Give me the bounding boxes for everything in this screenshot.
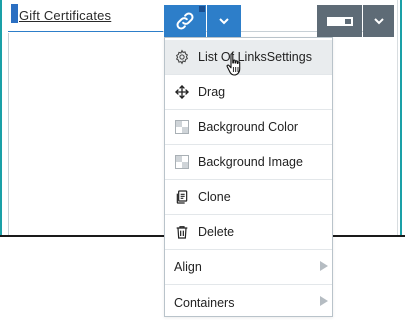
menu-item-label: Align	[174, 260, 202, 274]
submenu-arrow-icon	[320, 296, 328, 306]
block-element-icon	[326, 16, 353, 26]
menu-item-align[interactable]: Align	[165, 250, 332, 285]
menu-item-label: Drag	[198, 85, 226, 99]
chevron-down-icon	[219, 18, 229, 25]
context-menu: List Of LinksSettings Drag Background Co…	[164, 37, 333, 317]
selection-edge-right	[400, 0, 402, 236]
selected-link-underline	[8, 31, 163, 32]
move-arrows-icon	[173, 83, 191, 101]
chevron-down-icon	[373, 18, 384, 25]
hand-pointer-cursor-icon	[226, 53, 241, 76]
menu-item-containers[interactable]: Containers	[165, 285, 332, 320]
checkerboard-icon	[173, 153, 191, 171]
menu-item-background-color[interactable]: Background Color	[165, 110, 332, 145]
link-icon	[176, 12, 194, 30]
drag-handle[interactable]	[11, 4, 18, 23]
menu-item-label: Clone	[198, 190, 231, 204]
menu-item-label: Background Color	[198, 120, 299, 134]
gear-icon	[173, 48, 191, 66]
selection-edge-left	[0, 0, 2, 236]
trash-icon	[173, 223, 191, 241]
menu-item-label: Containers	[174, 295, 235, 310]
menu-item-label: List Of LinksSettings	[198, 50, 312, 64]
gift-certificates-link[interactable]: Gift Certificates	[19, 8, 111, 23]
tool-corner-marker	[199, 6, 205, 12]
link-tool-dropdown-button[interactable]	[207, 5, 241, 37]
clone-icon	[173, 188, 191, 206]
menu-item-label: Background Image	[198, 155, 303, 169]
submenu-arrow-icon	[320, 261, 328, 271]
menu-item-background-image[interactable]: Background Image	[165, 145, 332, 180]
block-tool-dropdown-button[interactable]	[363, 5, 394, 37]
editor-canvas: Gift Certificates List Of LinksSettings	[0, 0, 405, 320]
menu-item-delete[interactable]: Delete	[165, 215, 332, 250]
block-tool-button[interactable]	[317, 5, 362, 37]
menu-item-label: Delete	[198, 225, 235, 239]
container-edge-right	[397, 0, 398, 236]
menu-item-settings[interactable]: List Of LinksSettings	[165, 40, 332, 75]
checkerboard-icon	[173, 118, 191, 136]
menu-item-clone[interactable]: Clone	[165, 180, 332, 215]
link-tool-button[interactable]	[164, 5, 206, 37]
menu-item-drag[interactable]: Drag	[165, 75, 332, 110]
